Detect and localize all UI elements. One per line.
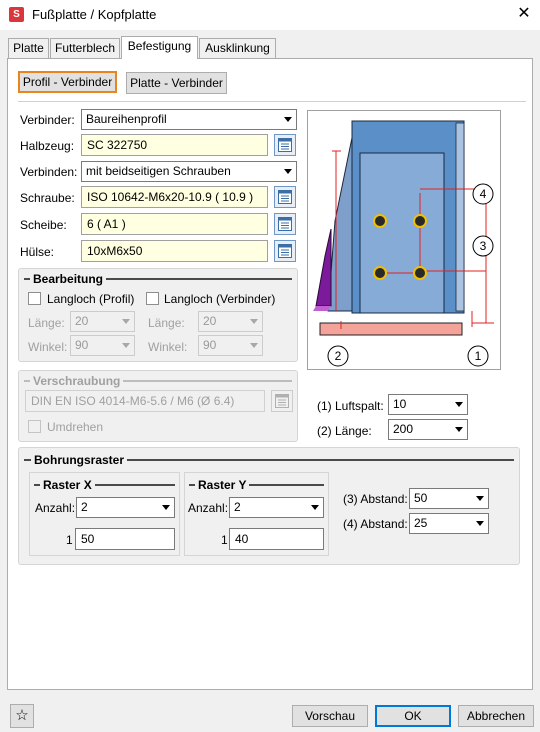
raster-y-row-index: 1 (221, 533, 228, 547)
luftspalt-label: (1) Luftspalt: (317, 399, 384, 413)
favorites-button[interactable]: ☆ (10, 704, 34, 728)
profil-laenge-select[interactable]: 20 (70, 311, 135, 332)
connection-preview: 4 3 2 1 (307, 110, 501, 370)
scheibe-catalog-button[interactable] (274, 213, 296, 235)
chevron-down-icon (476, 496, 484, 501)
langloch-verbinder-checkbox[interactable] (146, 292, 159, 305)
verbinder-label: Verbinder: (20, 113, 75, 127)
raster-y-anzahl-select[interactable]: 2 (229, 497, 324, 518)
chevron-down-icon (476, 521, 484, 526)
catalog-icon (278, 190, 292, 204)
chevron-down-icon (122, 319, 130, 324)
halbzeug-label: Halbzeug: (20, 139, 75, 153)
schraube-field[interactable]: ISO 10642-M6x20-10.9 ( 10.9 ) (81, 186, 268, 208)
tab-futterblech[interactable]: Futterblech (50, 38, 120, 58)
abstand4-label: (4) Abstand: (343, 517, 408, 531)
halbzeug-field[interactable]: SC 322750 (81, 134, 268, 156)
laenge-select[interactable]: 200 (388, 419, 468, 440)
raster-x-anzahl-select[interactable]: 2 (76, 497, 175, 518)
abstand3-select[interactable]: 50 (409, 488, 489, 509)
catalog-icon (278, 138, 292, 152)
halbzeug-catalog-button[interactable] (274, 134, 296, 156)
chevron-down-icon (284, 117, 292, 122)
app-icon: S (9, 7, 24, 22)
preview-drawing: 4 3 2 1 (313, 120, 494, 367)
ok-button[interactable]: OK (375, 705, 451, 727)
bearbeitung-group: Bearbeitung Langloch (Profil) Langloch (… (18, 268, 298, 362)
bohrungsraster-group: Bohrungsraster Raster X Anzahl: 2 1 50 R… (18, 447, 520, 565)
profil-winkel-select[interactable]: 90 (70, 335, 135, 356)
verschraubung-title: Verschraubung (30, 374, 124, 388)
verbinden-label: Verbinden: (20, 165, 78, 179)
schraube-catalog-button[interactable] (274, 186, 296, 208)
raster-x-row-value[interactable]: 50 (75, 528, 175, 550)
bohrungsraster-title: Bohrungsraster (31, 453, 128, 467)
star-icon: ☆ (15, 707, 29, 724)
verbinder-laenge-label: Länge: (148, 316, 185, 330)
umdrehen-checkbox[interactable] (28, 420, 41, 433)
langloch-profil-label: Langloch (Profil) (47, 292, 135, 306)
raster-y-row-value[interactable]: 40 (229, 528, 324, 550)
verbinder-select[interactable]: Baureihenprofil (81, 109, 297, 130)
tab-ausklinkung[interactable]: Ausklinkung (199, 38, 276, 58)
raster-x-group: Raster X Anzahl: 2 1 50 (29, 472, 180, 556)
plate-connector-button[interactable]: Platte - Verbinder (126, 72, 227, 94)
chevron-down-icon (162, 505, 170, 510)
huelse-label: Hülse: (20, 245, 55, 259)
marker-4: 4 (480, 187, 487, 201)
huelse-catalog-button[interactable] (274, 240, 296, 262)
chevron-down-icon (455, 427, 463, 432)
verschraubung-group: Verschraubung DIN EN ISO 4014-M6-5.6 / M… (18, 370, 298, 442)
profil-laenge-label: Länge: (28, 316, 65, 330)
catalog-icon (278, 217, 292, 231)
verbinden-select[interactable]: mit beidseitigen Schrauben (81, 161, 297, 182)
title-bar: S Fußplatte / Kopfplatte ✕ (0, 0, 540, 30)
scheibe-label: Scheibe: (20, 218, 67, 232)
verbinder-laenge-select[interactable]: 20 (198, 311, 263, 332)
raster-y-group: Raster Y Anzahl: 2 1 40 (184, 472, 329, 556)
raster-x-anzahl-label: Anzahl: (35, 501, 76, 515)
verbinder-winkel-label: Winkel: (148, 340, 188, 354)
verschraubung-field[interactable]: DIN EN ISO 4014-M6-5.6 / M6 (Ø 6.4) (25, 390, 265, 412)
profile-connector-button[interactable]: Profil - Verbinder (18, 71, 117, 93)
catalog-icon (275, 394, 289, 408)
marker-3: 3 (480, 239, 487, 253)
separator (18, 101, 526, 102)
raster-y-anzahl-label: Anzahl: (188, 501, 229, 515)
abstand4-select[interactable]: 25 (409, 513, 489, 534)
scheibe-field[interactable]: 6 ( A1 ) (81, 213, 268, 235)
profil-winkel-label: Winkel: (28, 340, 68, 354)
tab-platte[interactable]: Platte (8, 38, 49, 58)
raster-y-title: Raster Y (195, 478, 250, 492)
chevron-down-icon (122, 343, 130, 348)
luftspalt-select[interactable]: 10 (388, 394, 468, 415)
huelse-field[interactable]: 10xM6x50 (81, 240, 268, 262)
laenge-label: (2) Länge: (317, 424, 372, 438)
langloch-verbinder-label: Langloch (Verbinder) (164, 292, 276, 306)
close-icon[interactable]: ✕ (514, 4, 534, 24)
verbinder-winkel-select[interactable]: 90 (198, 335, 263, 356)
langloch-profil-checkbox[interactable] (28, 292, 41, 305)
cancel-button[interactable]: Abbrechen (458, 705, 534, 727)
window-title: Fußplatte / Kopfplatte (32, 7, 157, 22)
catalog-icon (278, 244, 292, 258)
marker-1: 1 (475, 349, 482, 363)
chevron-down-icon (250, 319, 258, 324)
raster-x-title: Raster X (40, 478, 95, 492)
abstand3-label: (3) Abstand: (343, 492, 408, 506)
bearbeitung-title: Bearbeitung (30, 272, 107, 286)
verschraubung-catalog-button[interactable] (271, 390, 293, 412)
schraube-label: Schraube: (20, 191, 75, 205)
chevron-down-icon (250, 343, 258, 348)
preview-button[interactable]: Vorschau (292, 705, 368, 727)
chevron-down-icon (284, 169, 292, 174)
tab-befestigung[interactable]: Befestigung (121, 36, 198, 59)
chevron-down-icon (455, 402, 463, 407)
umdrehen-label: Umdrehen (47, 420, 104, 434)
marker-2: 2 (335, 349, 342, 363)
chevron-down-icon (311, 505, 319, 510)
raster-x-row-index: 1 (66, 533, 73, 547)
